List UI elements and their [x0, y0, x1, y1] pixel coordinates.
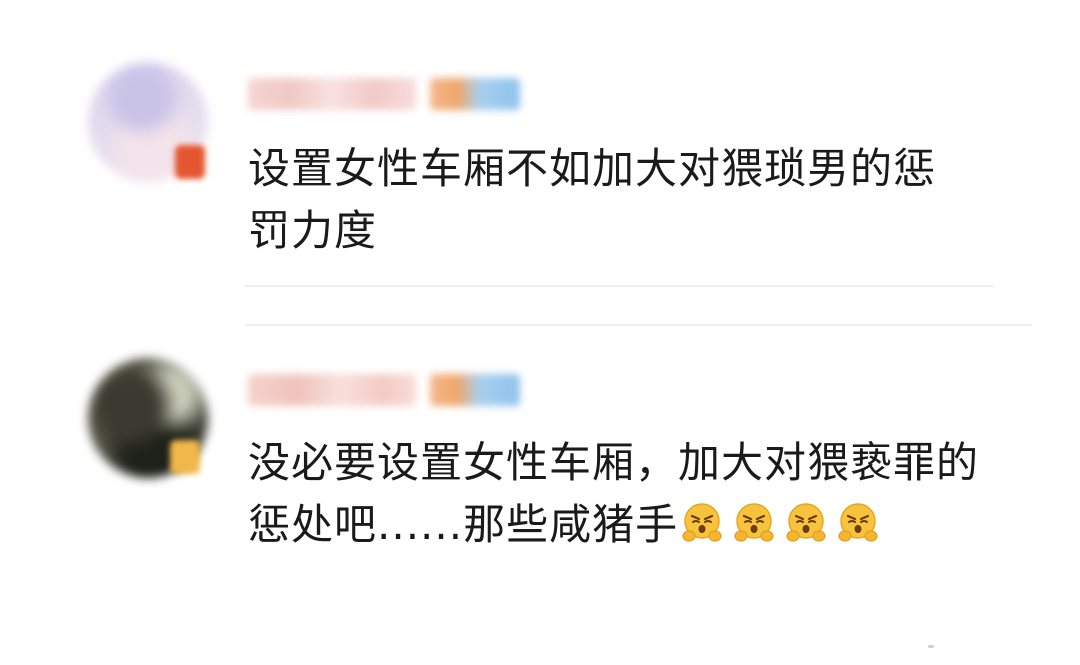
scroll-indicator — [928, 645, 934, 648]
user-level-badge — [430, 78, 520, 110]
user-level-badge — [430, 374, 520, 406]
username-blurred[interactable] — [248, 78, 416, 110]
angry-face-icon — [682, 503, 722, 542]
verified-badge-icon — [170, 440, 200, 474]
angry-face-icon — [734, 503, 774, 542]
verified-badge-icon — [175, 145, 205, 179]
username-row — [248, 74, 520, 114]
divider — [245, 324, 1032, 326]
username-blurred[interactable] — [248, 374, 416, 406]
comment-item-1: 设置女性车厢不如加大对猥琐男的惩罚力度 — [0, 0, 1080, 300]
comment-text: 没必要设置女性车厢，加大对猥亵罪的惩处吧......那些咸猪手 — [248, 432, 1008, 556]
divider — [245, 285, 993, 287]
comment-text: 设置女性车厢不如加大对猥琐男的惩罚力度 — [248, 144, 937, 255]
username-row — [248, 370, 520, 410]
angry-face-icon — [838, 503, 878, 542]
angry-face-icon — [786, 503, 826, 542]
